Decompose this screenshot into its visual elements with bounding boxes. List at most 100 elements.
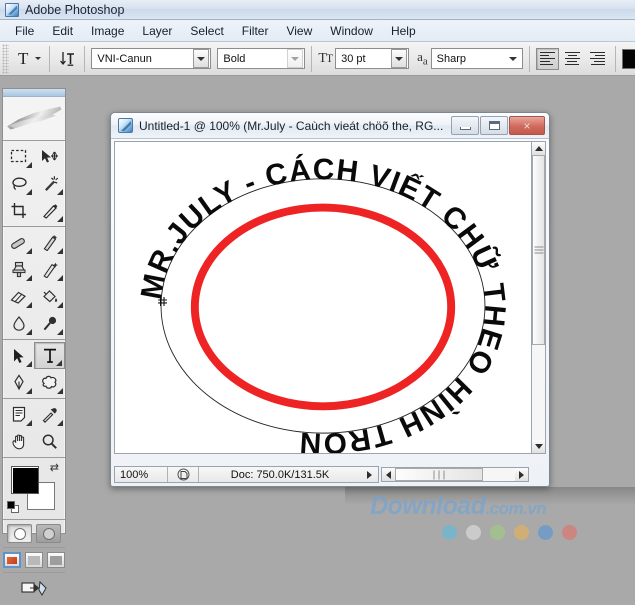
watermark-shade	[345, 487, 635, 505]
application-title: Adobe Photoshop	[25, 3, 124, 17]
default-colors-icon[interactable]	[7, 501, 19, 513]
maximize-button[interactable]	[480, 116, 508, 135]
document-titlebar[interactable]: Untitled-1 @ 100% (Mr.July - Caùch vieát…	[111, 113, 549, 139]
full-screen-with-menubar-button[interactable]	[25, 552, 43, 568]
menu-item-window[interactable]: Window	[321, 22, 382, 40]
healing-brush-tool[interactable]	[3, 229, 34, 256]
jump-to-imageready-button[interactable]	[19, 578, 49, 600]
zoom-level[interactable]: 100%	[115, 469, 167, 481]
watermark-dot-1	[442, 525, 457, 540]
brush-tool[interactable]	[34, 229, 65, 256]
maximize-icon	[489, 121, 500, 130]
history-brush-tool[interactable]	[34, 256, 65, 283]
align-left-icon	[540, 50, 555, 67]
tool-preset-picker[interactable]: T	[13, 50, 43, 67]
chevron-down-icon[interactable]	[35, 57, 41, 60]
horizontal-scroll-thumb[interactable]	[395, 468, 483, 481]
menu-item-image[interactable]: Image	[82, 22, 133, 40]
anti-aliasing-value: Sharp	[437, 53, 466, 65]
eraser-tool[interactable]	[3, 283, 34, 310]
menu-item-filter[interactable]: Filter	[233, 22, 278, 40]
align-center-button[interactable]	[561, 48, 584, 70]
chevron-down-icon[interactable]	[391, 49, 407, 68]
vertical-scrollbar[interactable]	[531, 141, 546, 454]
full-screen-mode-button[interactable]	[47, 552, 65, 568]
document-size-info: Doc: 750.0K/131.5K	[199, 469, 361, 481]
scroll-right-button[interactable]	[515, 468, 528, 481]
arrow-right-icon	[519, 471, 524, 479]
align-right-button[interactable]	[586, 48, 609, 70]
standard-mode-button[interactable]	[7, 524, 32, 543]
foreground-color-swatch[interactable]	[11, 466, 39, 494]
scroll-up-button[interactable]	[532, 142, 545, 155]
chevron-down-icon[interactable]	[287, 49, 303, 68]
eyedropper-tool[interactable]	[34, 401, 65, 428]
chevron-down-icon[interactable]	[505, 49, 521, 68]
anti-aliasing-select[interactable]: Sharp	[431, 48, 523, 69]
font-size-select[interactable]: 30 pt	[335, 48, 409, 69]
rectangular-marquee-tool[interactable]	[3, 143, 34, 170]
document-window: Untitled-1 @ 100% (Mr.July - Caùch vieát…	[110, 112, 550, 487]
doc-proxy-button[interactable]	[168, 468, 198, 481]
menu-item-help[interactable]: Help	[382, 22, 425, 40]
scroll-left-button[interactable]	[382, 468, 395, 481]
clone-stamp-tool[interactable]	[3, 256, 34, 283]
slice-tool[interactable]	[34, 197, 65, 224]
watermark-suffix: .com.vn	[485, 499, 546, 518]
text-color-swatch[interactable]	[622, 49, 635, 69]
notes-tool[interactable]	[3, 401, 34, 428]
horizontal-scrollbar[interactable]	[381, 467, 529, 482]
font-style-value: Bold	[223, 53, 245, 65]
menu-item-view[interactable]: View	[277, 22, 321, 40]
paint-bucket-tool[interactable]	[34, 283, 65, 310]
text-orientation-button[interactable]	[56, 47, 78, 71]
quick-mask-mode-button[interactable]	[36, 524, 61, 543]
status-expand-button[interactable]	[361, 471, 378, 479]
align-left-button[interactable]	[536, 48, 559, 70]
menu-item-edit[interactable]: Edit	[43, 22, 82, 40]
separator	[84, 46, 85, 72]
close-button[interactable]: ×	[509, 116, 545, 135]
document-icon	[118, 118, 133, 133]
pen-tool[interactable]	[3, 369, 34, 396]
dodge-tool[interactable]	[34, 310, 65, 337]
vertical-scroll-track[interactable]	[532, 345, 545, 440]
minimize-button[interactable]	[451, 116, 479, 135]
menubar[interactable]: File Edit Image Layer Select Filter View…	[0, 20, 635, 42]
watermark-dots	[370, 525, 620, 540]
crop-tool[interactable]	[3, 197, 34, 224]
menu-item-select[interactable]: Select	[181, 22, 232, 40]
toolbox-drag-handle[interactable]	[3, 89, 65, 97]
font-family-select[interactable]: VNI-Canun	[91, 48, 211, 69]
custom-shape-tool[interactable]	[34, 369, 65, 396]
lasso-tool[interactable]	[3, 170, 34, 197]
menu-item-file[interactable]: File	[6, 22, 43, 40]
status-expand-arrow-icon	[367, 471, 372, 479]
move-tool[interactable]	[34, 143, 65, 170]
standard-screen-icon	[7, 557, 17, 564]
blur-tool[interactable]	[3, 310, 34, 337]
menu-item-layer[interactable]: Layer	[133, 22, 181, 40]
canvas[interactable]: MR.JULY - CÁCH VIẾT CHỮ THEO HÌNH TRÒN	[114, 141, 532, 454]
text-alignment-group	[536, 48, 609, 70]
options-bar-grip[interactable]	[2, 44, 9, 74]
magic-wand-tool[interactable]	[34, 170, 65, 197]
watermark-text: Download.com.vn	[370, 492, 620, 521]
vertical-scroll-thumb[interactable]	[532, 155, 545, 345]
doc-proxy-icon	[177, 468, 190, 481]
toolbox-color-section: ⇄	[3, 458, 65, 520]
quick-mask-section	[3, 520, 65, 548]
zoom-tool[interactable]	[34, 428, 65, 455]
horizontal-scroll-track[interactable]	[483, 468, 515, 481]
swap-colors-icon[interactable]: ⇄	[50, 461, 59, 474]
scroll-down-button[interactable]	[532, 440, 545, 453]
full-screen-menubar-icon	[28, 556, 40, 565]
hand-tool[interactable]	[3, 428, 34, 455]
separator	[49, 46, 50, 72]
type-tool[interactable]	[34, 342, 65, 369]
path-selection-tool[interactable]	[3, 342, 34, 369]
font-style-select[interactable]: Bold	[217, 48, 305, 69]
toolbox-section-selection	[3, 141, 65, 227]
standard-screen-mode-button[interactable]	[3, 552, 21, 568]
chevron-down-icon[interactable]	[193, 49, 209, 68]
